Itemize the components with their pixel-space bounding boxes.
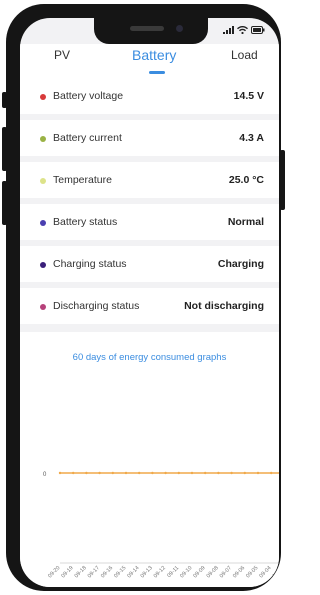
data-point — [177, 471, 180, 475]
row-label: Charging status — [53, 258, 127, 270]
x-tick-label: 09-09 — [192, 565, 206, 579]
phone-frame: PV Battery Load Battery voltage 14.5 V B… — [6, 4, 281, 591]
data-point — [190, 471, 194, 475]
row-value: Charging — [217, 258, 264, 270]
screen: PV Battery Load Battery voltage 14.5 V B… — [20, 18, 279, 587]
camera — [176, 25, 183, 32]
x-tick-label: 09-19 — [60, 565, 74, 579]
x-tick-label: 09-10 — [179, 565, 193, 579]
x-tick-label: 09-15 — [113, 565, 127, 579]
wifi-icon — [237, 26, 248, 34]
tab-bar: PV Battery Load — [20, 44, 279, 78]
speaker — [130, 26, 164, 31]
row-battery-status: Battery status Normal — [20, 204, 279, 240]
data-point — [256, 471, 260, 475]
status-dot — [40, 304, 46, 310]
data-point — [58, 471, 62, 475]
x-tick-label: 09-16 — [100, 565, 114, 579]
y-tick-label: 0 — [43, 472, 47, 478]
data-point — [124, 471, 128, 475]
row-label: Battery status — [53, 216, 118, 228]
x-tick-label: 09-03 — [272, 565, 279, 579]
data-point — [138, 471, 141, 475]
x-tick-label: 09-18 — [74, 565, 88, 579]
tab-load[interactable]: Load — [231, 48, 258, 62]
row-value: 14.5 V — [233, 90, 264, 102]
x-tick-label: 09-20 — [47, 565, 61, 579]
data-point — [98, 471, 101, 475]
energy-chart-card: 60 days of energy consumed graphs 0 09-20… — [20, 332, 279, 587]
data-point — [72, 471, 75, 475]
data-point — [85, 471, 88, 475]
data-point — [204, 471, 207, 475]
row-temperature: Temperature 25.0 °C — [20, 162, 279, 198]
row-label: Battery current — [53, 132, 122, 144]
data-point — [164, 471, 167, 475]
row-value: Not discharging — [184, 300, 264, 312]
data-point — [243, 471, 246, 475]
data-point — [270, 471, 273, 475]
x-tick-label: 09-07 — [219, 565, 233, 579]
x-tick-label: 09-17 — [87, 565, 101, 579]
row-label: Battery voltage — [53, 90, 124, 102]
x-tick-label: 09-14 — [126, 565, 140, 579]
x-tick-label: 09-12 — [153, 565, 167, 579]
data-point — [111, 471, 115, 475]
row-label: Discharging status — [53, 300, 140, 312]
status-dot — [40, 220, 46, 226]
tab-active-indicator — [149, 71, 165, 74]
energy-line-chart: 009-20 09-19 09-18 09-17 09-16 09-15 09-14 09-1… — [43, 471, 279, 579]
data-point — [217, 471, 220, 475]
status-dot — [40, 136, 46, 142]
notch — [94, 18, 208, 44]
row-label: Temperature — [53, 174, 112, 186]
tab-battery[interactable]: Battery — [132, 47, 176, 63]
row-discharging-status: Discharging status Not discharging — [20, 288, 279, 324]
row-value: 4.3 A — [239, 132, 264, 144]
x-tick-label: 09-11 — [166, 565, 180, 579]
row-battery-current: Battery current 4.3 A — [20, 120, 279, 156]
row-charging-status: Charging status Charging — [20, 246, 279, 282]
x-tick-label: 09-05 — [245, 565, 259, 579]
x-tick-label: 09-13 — [140, 565, 154, 579]
status-bar-icons — [223, 26, 265, 34]
data-point — [230, 471, 233, 475]
row-value: Normal — [227, 216, 264, 228]
status-dot — [40, 178, 46, 184]
row-battery-voltage: Battery voltage 14.5 V — [20, 78, 279, 114]
x-tick-label: 09-04 — [258, 565, 272, 579]
status-dot — [40, 262, 46, 268]
battery-icon — [251, 26, 265, 34]
data-point — [151, 471, 154, 475]
x-tick-label: 09-06 — [232, 565, 246, 579]
x-tick-label: 09-08 — [206, 565, 220, 579]
signal-icon — [223, 26, 234, 34]
status-dot — [40, 94, 46, 100]
tab-pv[interactable]: PV — [54, 48, 70, 62]
row-value: 25.0 °C — [228, 174, 264, 186]
